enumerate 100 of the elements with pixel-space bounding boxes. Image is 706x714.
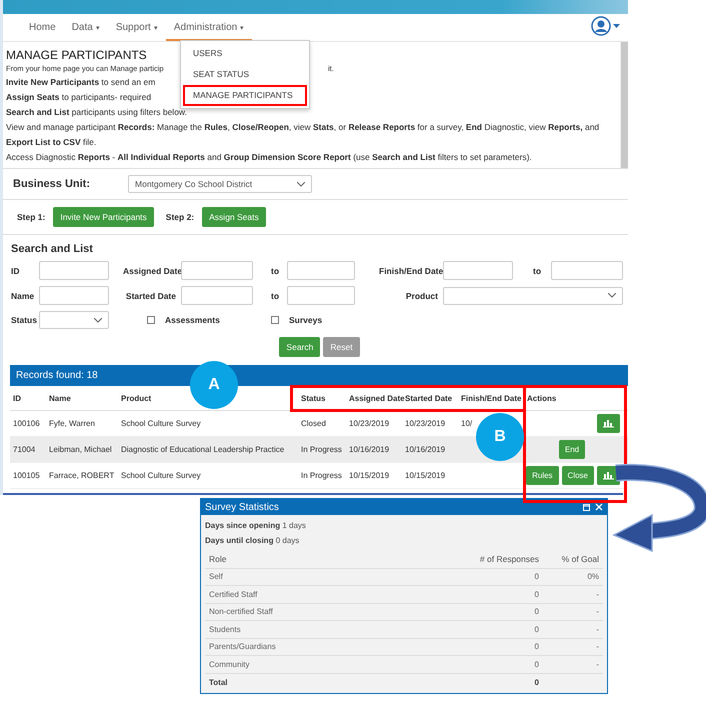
field-label: Status: [11, 315, 38, 325]
column-header: Status: [300, 394, 326, 402]
column-header: Actions: [526, 394, 558, 402]
bar-chart-icon: [603, 419, 614, 428]
column-header: % of Goal: [560, 554, 599, 564]
intro-text: Assign Seats to participants- required: [6, 92, 152, 102]
callout-marker: A: [190, 361, 238, 409]
text-field[interactable]: [39, 286, 109, 305]
stats-button[interactable]: [597, 414, 620, 433]
field-label: ID: [11, 266, 20, 276]
nav-item[interactable]: Home: [21, 22, 64, 41]
stat-text: Days since opening 1 days: [205, 521, 307, 530]
table-cell-text: Community: [209, 660, 250, 669]
business-unit-select[interactable]: Montgomery Co School District: [128, 175, 312, 193]
field-label: Product: [404, 290, 439, 300]
table-cell-text: School Culture Survey: [120, 419, 202, 428]
select-field[interactable]: [443, 286, 623, 304]
chevron-icon: [94, 318, 102, 322]
menu-item[interactable]: SEAT STATUS: [183, 64, 307, 85]
step-button[interactable]: Assign Seats: [202, 207, 266, 227]
stat-text: Days until closing 0 days: [205, 536, 300, 545]
page-title: MANAGE PARTICIPANTS: [6, 48, 147, 62]
user-avatar-icon: [591, 16, 611, 36]
checkbox[interactable]: [271, 316, 279, 324]
table-cell-text: 100106: [12, 419, 41, 428]
table-cell-text: -: [595, 660, 599, 669]
field-label: to: [271, 290, 280, 300]
maximize-icon[interactable]: [583, 504, 590, 510]
menu-item[interactable]: MANAGE PARTICIPANTS: [183, 85, 307, 106]
table-cell-text: 0: [534, 607, 539, 616]
checkbox-label: Surveys: [289, 315, 322, 325]
chevron-icon: [608, 293, 616, 298]
date-field[interactable]: [443, 261, 513, 280]
date-field[interactable]: [181, 286, 253, 305]
chevron-icon: [297, 182, 306, 186]
table-cell-text: Diagnostic of Educational Leadership Practice: [120, 445, 286, 454]
field-label: to: [533, 266, 542, 276]
step-button[interactable]: Invite New Participants: [53, 207, 154, 227]
date-field[interactable]: [181, 261, 253, 280]
table-cell-text: 0: [534, 678, 539, 687]
step-label: Step 2:: [166, 212, 194, 222]
field-label: Started Date: [124, 290, 177, 300]
table-cell-text: 10/16/2019: [404, 445, 446, 454]
table-cell-text: -: [595, 642, 599, 652]
table-cell-text: 71004: [12, 445, 36, 454]
action-button[interactable]: End: [558, 440, 586, 459]
caret-icon: [613, 24, 620, 28]
table-cell-text: Non-certified Staff: [209, 607, 274, 616]
intro-text: Invite New Participants to send an em: [6, 77, 156, 87]
field-label: Finish/End Date: [379, 266, 443, 276]
checkbox[interactable]: [147, 316, 155, 324]
intro-text: Search and List participants using filters below.: [6, 107, 187, 117]
table-cell-text: 10/15/2019: [404, 471, 446, 480]
section-title: Search and List: [11, 243, 94, 255]
table-cell-text: 10/16/2019: [348, 445, 390, 454]
table-cell-text: -: [595, 590, 599, 599]
table-cell-text: In Progress: [300, 445, 343, 454]
action-button[interactable]: Rules: [526, 466, 559, 485]
search-button[interactable]: Search: [279, 337, 320, 357]
table-cell-text: 10/23/2019: [404, 419, 446, 428]
text-field[interactable]: [39, 261, 109, 280]
field-label: Assigned Date: [123, 266, 181, 276]
table-cell-text: -: [595, 607, 599, 616]
column-header: Role: [209, 554, 228, 564]
field-label: Business Unit:: [13, 178, 90, 190]
table-cell-text: 10/23/2019: [348, 419, 390, 428]
date-field[interactable]: [287, 286, 355, 305]
table-cell-text: Fyfe, Warren: [48, 419, 96, 428]
table-cell-text: 10/15/2019: [348, 471, 390, 480]
table-cell-text: Total: [209, 678, 229, 687]
field-label: to: [271, 266, 280, 276]
table-cell-text: Leibman, Michael: [48, 445, 113, 454]
table-cell-text: 0: [534, 572, 539, 582]
callout-marker: B: [476, 413, 524, 461]
table-cell-text: 0: [534, 624, 539, 634]
field-label: Name: [11, 290, 36, 300]
table-cell-text: 0: [534, 642, 539, 652]
table-cell-text: Certified Staff: [209, 590, 258, 599]
intro-text: View and manage participant Records: Manage the Rules, Close/Reopen, view Stats, or Release Reports for a survey, End Diagnostic, view Reports, and Export List to CSV file.: [6, 122, 600, 147]
bar-chart-icon: [603, 471, 614, 480]
date-field[interactable]: [287, 261, 355, 280]
table-cell-text: In Progress: [300, 471, 343, 480]
close-icon[interactable]: [595, 503, 603, 511]
menu-item[interactable]: USERS: [183, 43, 307, 64]
step-label: Step 1:: [17, 212, 46, 222]
table-cell-text: Farrace, ROBERT: [48, 471, 116, 480]
scrollbar[interactable]: [620, 42, 628, 168]
column-header: ID: [12, 394, 22, 402]
table-cell-text: Parents/Guardians: [209, 642, 277, 652]
column-header: Name: [48, 394, 72, 402]
column-header: Finish/End Date: [460, 394, 522, 402]
table-cell-text: 100105: [12, 471, 41, 480]
table-cell-text: Self: [209, 572, 224, 582]
table-cell-text: 0%: [586, 572, 599, 582]
table-cell-text: 0: [534, 590, 539, 599]
action-button[interactable]: Close: [562, 466, 594, 485]
column-header: Product: [120, 394, 152, 402]
select-field[interactable]: [39, 311, 109, 329]
date-field[interactable]: [551, 261, 623, 280]
table-cell-text: 0: [534, 660, 539, 669]
